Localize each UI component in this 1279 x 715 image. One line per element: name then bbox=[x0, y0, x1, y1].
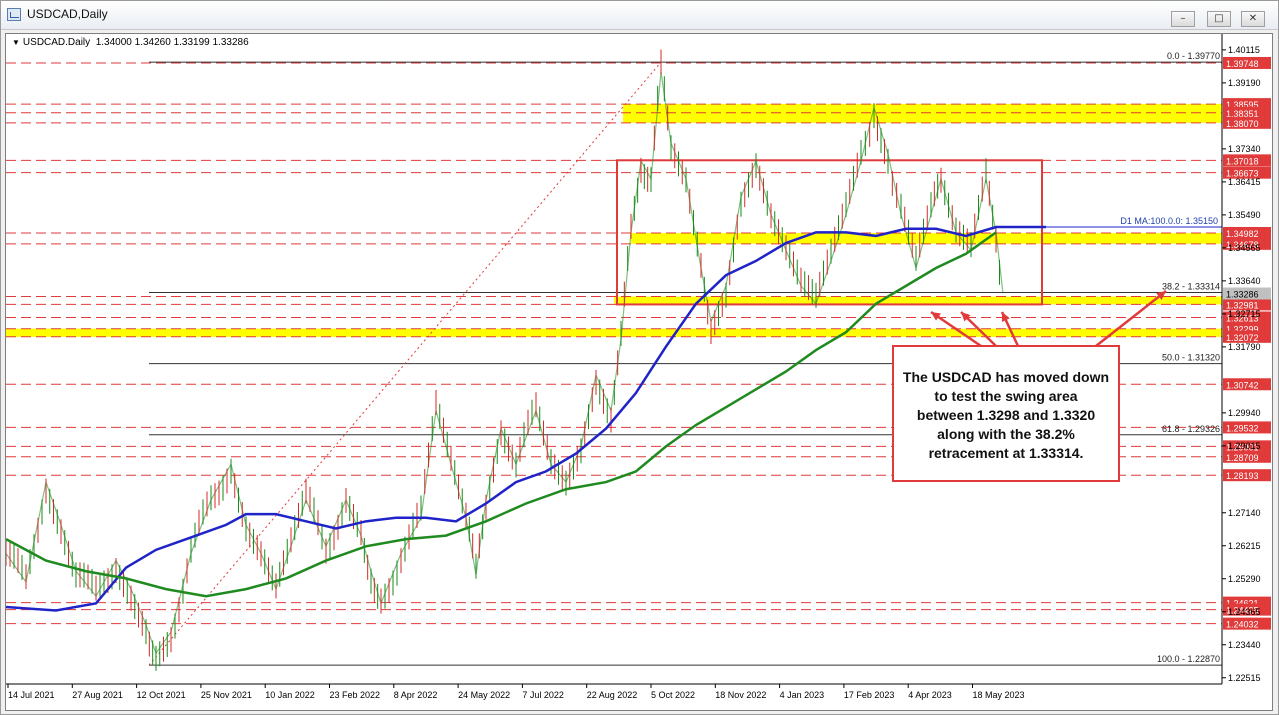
price-level-label: 1.37018 bbox=[1226, 156, 1259, 166]
price-level-label: 1.29532 bbox=[1226, 423, 1259, 433]
y-tick-label: 1.39190 bbox=[1228, 78, 1261, 88]
x-tick-label: 17 Feb 2023 bbox=[844, 690, 895, 700]
x-tick-label: 4 Jan 2023 bbox=[780, 690, 825, 700]
x-tick-label: 23 Feb 2022 bbox=[330, 690, 381, 700]
annotation-line: to test the swing area bbox=[934, 388, 1078, 404]
x-tick-label: 18 May 2023 bbox=[973, 690, 1025, 700]
x-tick-label: 10 Jan 2022 bbox=[265, 690, 315, 700]
x-tick-label: 14 Jul 2021 bbox=[8, 690, 55, 700]
annotation-box: The USDCAD has moved down to test the sw… bbox=[892, 345, 1120, 482]
price-level-label: 1.30742 bbox=[1226, 380, 1259, 390]
fib-level-label: 38.2 - 1.33314 bbox=[1162, 282, 1220, 292]
x-tick-label: 25 Nov 2021 bbox=[201, 690, 252, 700]
y-tick-label: 1.34565 bbox=[1228, 243, 1261, 253]
x-tick-label: 8 Apr 2022 bbox=[394, 690, 438, 700]
price-level-label: 1.28193 bbox=[1226, 471, 1259, 481]
x-tick-label: 12 Oct 2021 bbox=[137, 690, 186, 700]
highlight-zone bbox=[6, 328, 1222, 337]
x-tick-label: 7 Jul 2022 bbox=[522, 690, 564, 700]
x-tick-label: 22 Aug 2022 bbox=[587, 690, 638, 700]
symbol-name: USDCAD.Daily bbox=[22, 37, 91, 48]
annotation-line: along with the 38.2% bbox=[937, 426, 1075, 442]
price-level-label: 1.38070 bbox=[1226, 119, 1259, 129]
chart-window: USDCAD,Daily – □ ✕ 1.39748 1.38595 1.38351… bbox=[0, 0, 1279, 715]
ohlc-values: 1.34000 1.34260 1.33199 1.33286 bbox=[95, 37, 249, 48]
x-tick-label: 5 Oct 2022 bbox=[651, 690, 695, 700]
y-tick-label: 1.23440 bbox=[1228, 640, 1261, 650]
ma-green-line bbox=[6, 231, 997, 598]
y-tick-label: 1.33640 bbox=[1228, 276, 1261, 286]
x-tick-label: 24 May 2022 bbox=[458, 690, 510, 700]
price-level-label: 1.24032 bbox=[1226, 620, 1259, 630]
price-level-label: 1.34982 bbox=[1226, 229, 1259, 239]
price-level-label: 1.39748 bbox=[1226, 59, 1259, 69]
annotation-line: The USDCAD has moved down bbox=[902, 369, 1110, 385]
y-tick-label: 1.32715 bbox=[1228, 309, 1261, 319]
window-title: USDCAD,Daily bbox=[27, 7, 108, 21]
y-tick-label: 1.24365 bbox=[1228, 607, 1261, 617]
y-tick-label: 1.22515 bbox=[1228, 673, 1261, 683]
y-tick-label: 1.25290 bbox=[1228, 574, 1261, 584]
price-level-label: 1.28709 bbox=[1226, 453, 1259, 463]
fib-level-label: 100.0 - 1.22870 bbox=[1157, 654, 1220, 664]
annotation-line: retracement at 1.33314. bbox=[928, 445, 1084, 461]
chart-area[interactable]: 1.39748 1.38595 1.38351 1.38070 1.37018 1.366… bbox=[5, 33, 1273, 711]
highlight-zone bbox=[614, 296, 1222, 305]
y-tick-label: 1.26215 bbox=[1228, 541, 1261, 551]
current-price-label: 1.33286 bbox=[1226, 290, 1259, 300]
y-tick-label: 1.35490 bbox=[1228, 210, 1261, 220]
x-tick-label: 27 Aug 2021 bbox=[72, 690, 123, 700]
title-bar: USDCAD,Daily – □ ✕ bbox=[1, 1, 1278, 30]
y-tick-label: 1.31790 bbox=[1228, 342, 1261, 352]
y-tick-label: 1.29940 bbox=[1228, 408, 1261, 418]
minimize-button[interactable]: – bbox=[1171, 11, 1195, 27]
annotation-line: between 1.3298 and 1.3320 bbox=[916, 407, 1096, 423]
close-button[interactable]: ✕ bbox=[1241, 11, 1265, 27]
chart-app-icon bbox=[7, 8, 21, 21]
highlight-zone bbox=[631, 233, 1222, 244]
y-tick-label: 1.36415 bbox=[1228, 177, 1261, 187]
y-tick-label: 1.37340 bbox=[1228, 144, 1261, 154]
fib-level-label: 61.8 - 1.29326 bbox=[1162, 424, 1220, 434]
fib-level-label: 0.0 - 1.39770 bbox=[1167, 51, 1220, 61]
collapse-triangle-icon: ▼ bbox=[12, 38, 20, 47]
y-tick-label: 1.29015 bbox=[1228, 441, 1261, 451]
x-tick-label: 18 Nov 2022 bbox=[715, 690, 766, 700]
ma-label: D1 MA:100.0.0: 1.35150 bbox=[1120, 216, 1218, 226]
fib-level-label: 50.0 - 1.31320 bbox=[1162, 353, 1220, 363]
highlight-zone bbox=[623, 103, 1222, 123]
maximize-button[interactable]: □ bbox=[1207, 11, 1231, 27]
ma-blue-line bbox=[6, 225, 1046, 612]
x-tick-label: 4 Apr 2023 bbox=[908, 690, 952, 700]
symbol-header: ▼ USDCAD.Daily 1.34000 1.34260 1.33199 1.… bbox=[12, 37, 249, 48]
y-tick-label: 1.40115 bbox=[1228, 45, 1260, 55]
price-path-up bbox=[6, 71, 1004, 655]
y-tick-label: 1.27140 bbox=[1228, 508, 1261, 518]
